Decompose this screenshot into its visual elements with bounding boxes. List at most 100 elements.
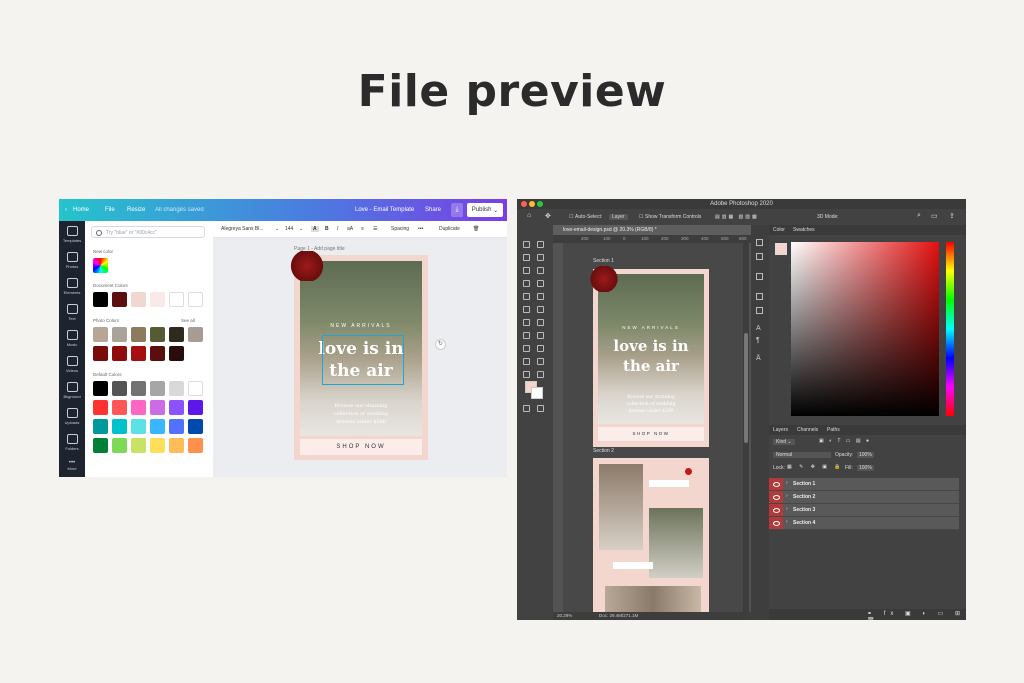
rotate-icon[interactable]: ↻ [435,339,446,350]
rail-uploads[interactable]: Uploads [59,408,85,425]
photo-color-swatch[interactable] [131,327,146,342]
paragraph-panel-icon[interactable]: ¶ [756,337,760,344]
marquee-tool-icon[interactable] [537,241,544,248]
bold-icon[interactable]: B [325,226,329,232]
history-brush-icon[interactable] [537,306,544,313]
resize-menu[interactable]: Resize [127,207,145,213]
more-options-icon[interactable]: ••• [418,226,423,232]
chevron-down-icon[interactable]: ⌄ [275,226,279,232]
eyebrow-text[interactable]: NEW ARRIVALS [294,323,428,329]
font-size-dropdown[interactable]: 144 [285,226,293,232]
default-color-swatch[interactable] [169,400,184,415]
adjustments-panel-icon[interactable] [756,273,763,280]
document-color-swatch[interactable] [169,292,184,307]
text-color-icon[interactable]: A [311,226,319,232]
default-color-swatch[interactable] [112,419,127,434]
history-panel-icon[interactable] [756,239,763,246]
default-color-swatch[interactable] [188,400,203,415]
default-color-swatch[interactable] [93,400,108,415]
shop-now-button[interactable]: SHOP NOW [300,439,422,455]
shape-tool-icon[interactable] [537,358,544,365]
layer-row-section-1[interactable]: › Section 1 [769,478,959,491]
body-line-1[interactable]: Browse our stunning [294,403,428,409]
default-color-swatch[interactable] [131,419,146,434]
rail-background[interactable]: Bkground [59,382,85,399]
document-title[interactable]: Love - Email Template [355,207,414,213]
spacing-button[interactable]: Spacing [391,226,409,232]
default-color-swatch[interactable] [93,381,108,396]
tab-paths[interactable]: Paths [827,427,840,433]
default-color-swatch[interactable] [112,381,127,396]
hue-slider[interactable] [946,242,954,416]
email-design-canvas[interactable]: NEW ARRIVALS love is in the air Browse o… [290,251,428,460]
home-button[interactable]: Home [73,207,89,213]
document-color-swatch[interactable] [131,292,146,307]
tab-layers[interactable]: Layers [773,427,788,433]
layer-filter-icons[interactable]: ▣ ◐ T ▭ ▤ ● [819,438,871,444]
quick-mask-icon[interactable] [523,405,530,412]
tab-channels[interactable]: Channels [797,427,818,433]
photo-color-swatch[interactable] [131,346,146,361]
frame-tool-icon[interactable] [537,267,544,274]
photo-color-swatch[interactable] [112,346,127,361]
font-family-dropdown[interactable]: Alegreya Sans Bl... [221,226,264,232]
document-color-swatch[interactable] [188,292,203,307]
body-line-2[interactable]: collection of wedding [294,411,428,417]
magic-wand-icon[interactable] [537,254,544,261]
file-menu[interactable]: File [105,207,115,213]
rail-folders[interactable]: Folders [59,434,85,451]
hand-tool-icon[interactable] [523,371,530,378]
transform-checkbox[interactable]: ☐ [639,214,643,220]
auto-select-checkbox[interactable]: ☐ [569,214,573,220]
download-icon[interactable]: ⤓ [451,203,463,217]
tab-color[interactable]: Color [773,227,785,233]
rail-text[interactable]: Text [59,304,85,321]
properties-panel-icon[interactable] [756,307,763,314]
visibility-eye-icon[interactable] [769,504,783,516]
share-icon[interactable]: ⇪ [949,212,955,220]
artboard-section-1[interactable]: NEW ARRIVALS love is in the air Browse o… [590,266,709,447]
italic-icon[interactable]: I [337,226,338,232]
default-color-swatch[interactable] [169,381,184,396]
new-color-swatch[interactable] [93,258,108,273]
default-color-swatch[interactable] [131,438,146,453]
default-color-swatch[interactable] [150,381,165,396]
document-canvas[interactable]: Section 1 NEW ARRIVALS love is in the ai… [563,243,743,618]
visibility-eye-icon[interactable] [769,478,783,490]
document-color-swatch[interactable] [93,292,108,307]
expand-chevron-icon[interactable]: › [786,493,788,499]
share-button[interactable]: Share [425,207,441,213]
back-chevron-icon[interactable]: ‹ [65,207,67,213]
photo-color-swatch[interactable] [169,346,184,361]
default-color-swatch[interactable] [150,400,165,415]
default-color-swatch[interactable] [93,419,108,434]
healing-brush-icon[interactable] [523,293,530,300]
screen-mode-icon[interactable] [537,405,544,412]
photo-color-swatch[interactable] [169,327,184,342]
zoom-level[interactable]: 20.29% [557,613,572,618]
lasso-tool-icon[interactable] [523,254,530,261]
default-color-swatch[interactable] [150,419,165,434]
brush-panel-icon[interactable] [756,293,763,300]
scrollbar-thumb[interactable] [744,333,748,443]
home-icon[interactable]: ⌂ [527,212,531,219]
minimize-window-icon[interactable] [529,201,535,207]
layer-row-section-3[interactable]: › Section 3 [769,504,959,517]
close-window-icon[interactable] [521,201,527,207]
layer-action-icons[interactable]: ⚭ fx ▣ ◐ ▭ ⊞ 🗑 [867,610,966,620]
tab-swatches[interactable]: Swatches [793,227,815,233]
default-color-swatch[interactable] [188,381,203,396]
see-all-link[interactable]: See all [181,318,195,323]
crop-tool-icon[interactable] [523,267,530,274]
body-line-3[interactable]: dresses under $200 [294,419,428,425]
lock-icons[interactable]: ▦ ✎ ✥ ▣ 🔒 [787,464,844,470]
align-icons[interactable]: ▤▥▦ ▧▨▩ [715,214,759,220]
rail-elements[interactable]: Elements [59,278,85,295]
default-color-swatch[interactable] [112,400,127,415]
fill-input[interactable]: 100% [857,465,874,471]
list-icon[interactable]: ☰ [373,226,377,232]
artboard-label-section-2[interactable]: Section 2 [593,448,614,454]
rail-videos[interactable]: Videos [59,356,85,373]
duplicate-button[interactable]: Duplicate [439,226,460,232]
rail-templates[interactable]: Templates [59,226,85,243]
